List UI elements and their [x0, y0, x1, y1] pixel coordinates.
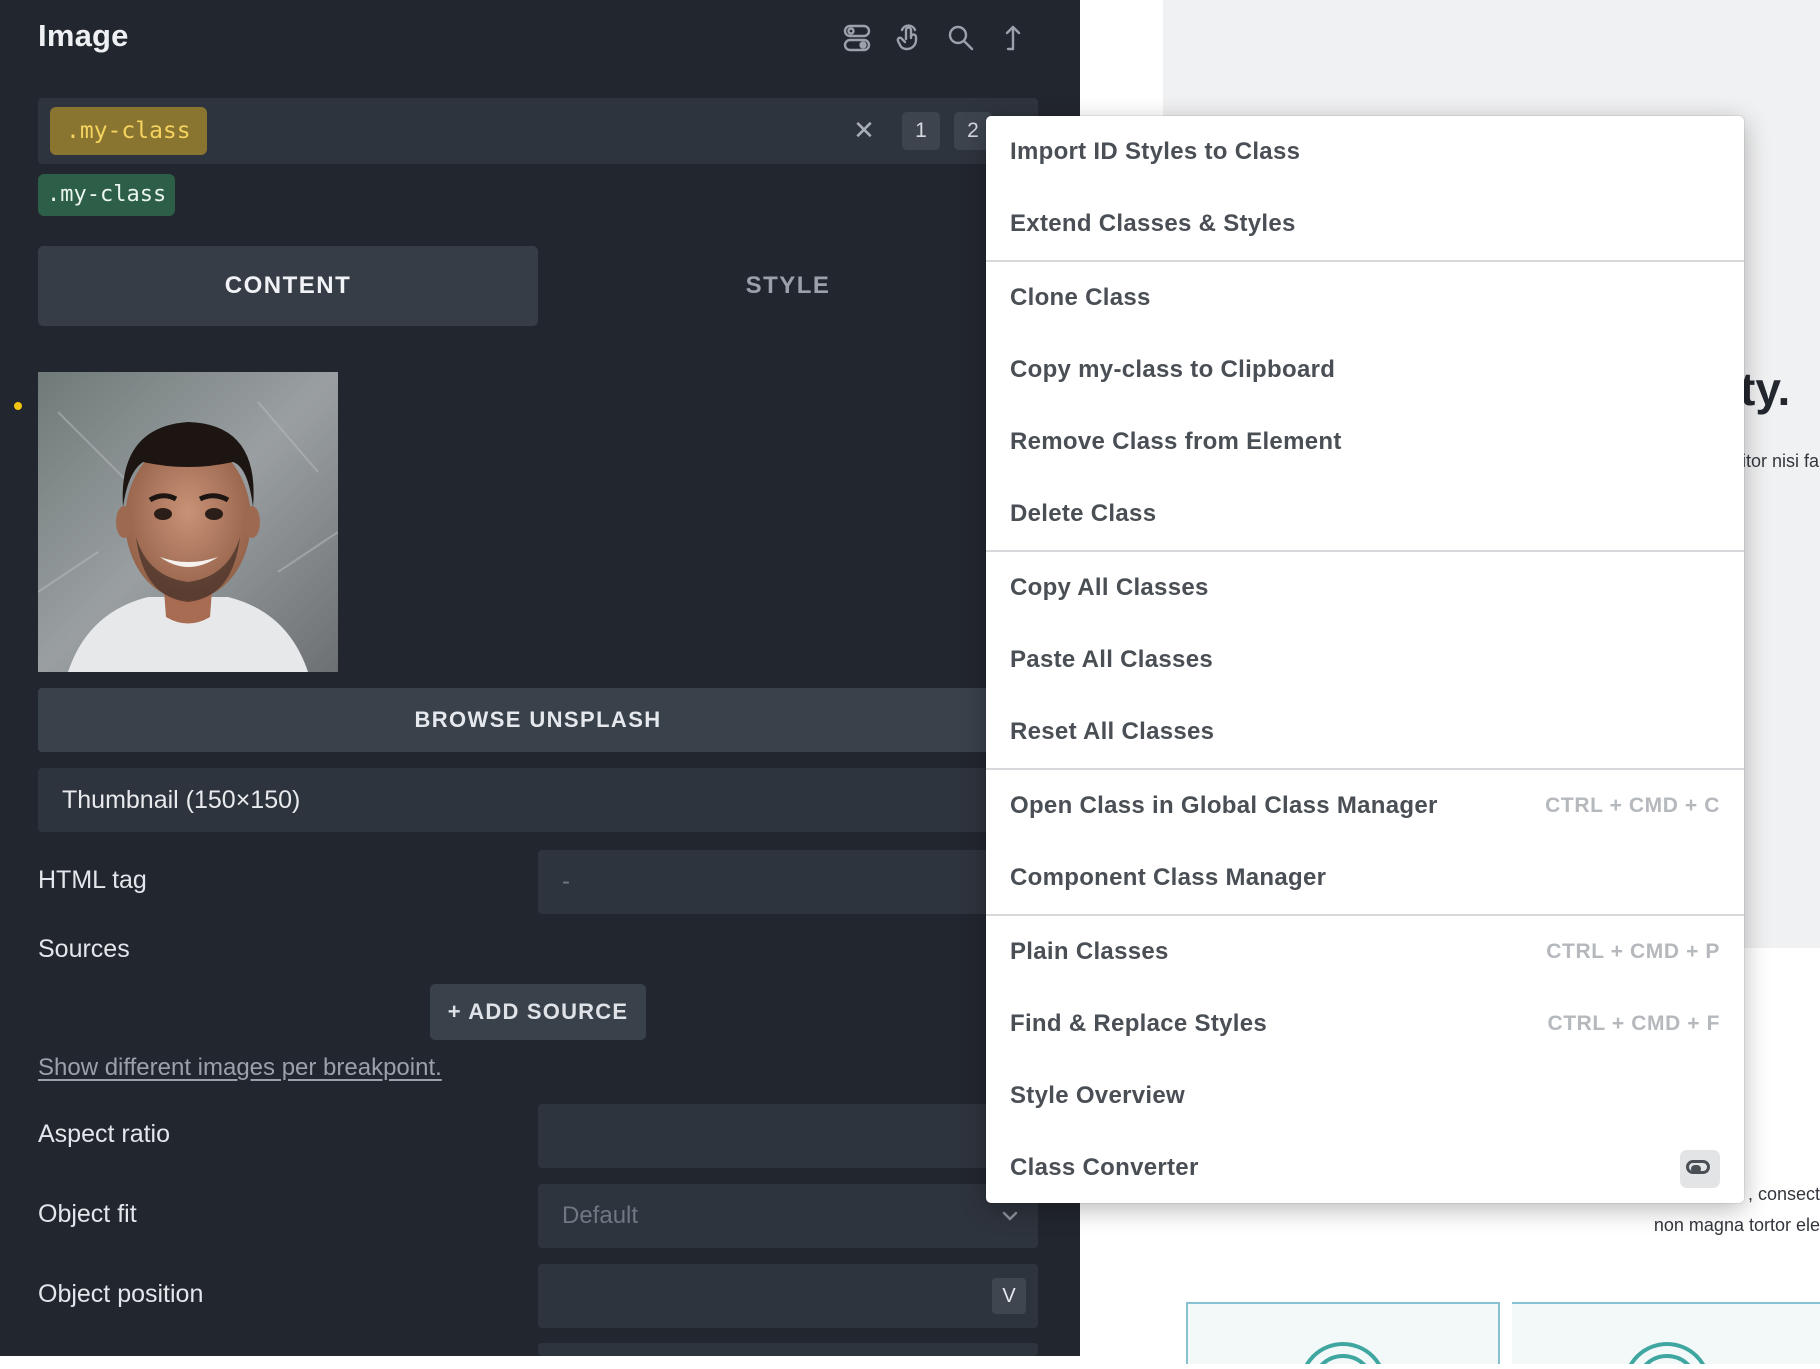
menu-item-shortcut: CTRL + CMD + P	[1546, 940, 1720, 963]
class-context-menu: Import ID Styles to Class Extend Classes …	[986, 116, 1744, 1203]
search-icon[interactable]	[939, 16, 983, 60]
preview-text: non magna tortor ele	[1653, 1215, 1820, 1235]
menu-item-shortcut: CTRL + CMD + C	[1545, 794, 1720, 817]
object-position-label: Object position	[38, 1280, 204, 1308]
pointer-icon[interactable]	[887, 16, 931, 60]
object-fit-label: Object fit	[38, 1200, 137, 1228]
html-tag-field[interactable]: -	[538, 850, 1038, 914]
menu-item-label: Plain Classes	[1010, 938, 1169, 965]
menu-item-label: Import ID Styles to Class	[1010, 138, 1301, 165]
html-tag-label: HTML tag	[38, 866, 147, 894]
preview-heading: ty.	[1740, 363, 1791, 415]
class-chip[interactable]: .my-class	[38, 174, 176, 216]
preview-card	[1512, 1302, 1820, 1369]
properties-panel: Image .my-class ✕ 1 2 .my-class CONTENT …	[0, 0, 1080, 1356]
breakpoint-images-link[interactable]: Show different images per breakpoint.	[38, 1054, 442, 1082]
browse-unsplash-button[interactable]: BROWSE UNSPLASH	[38, 688, 1038, 752]
menu-item-extend-classes-styles[interactable]: Extend Classes & Styles	[986, 188, 1744, 260]
preview-text: itor nisi fa	[1742, 451, 1820, 471]
menu-item-copy-all-classes[interactable]: Copy All Classes	[986, 552, 1744, 624]
add-source-button[interactable]: + ADD SOURCE	[430, 984, 646, 1040]
aspect-ratio-input[interactable]	[538, 1104, 1038, 1168]
menu-item-label: Reset All Classes	[1010, 718, 1215, 745]
close-icon[interactable]: ✕	[844, 110, 884, 150]
menu-item-label: Open Class in Global Class Manager	[1010, 792, 1438, 819]
menu-item-copy-my-class-to-clipboard[interactable]: Copy my-class to Clipboard	[986, 334, 1744, 406]
image-thumbnail[interactable]	[38, 372, 338, 672]
chevron-down-icon	[1002, 1211, 1018, 1221]
active-class-chip[interactable]: .my-class	[50, 107, 207, 155]
menu-item-class-converter[interactable]: Class Converter	[986, 1132, 1744, 1203]
menu-item-delete-class[interactable]: Delete Class	[986, 478, 1744, 550]
next-field[interactable]	[538, 1343, 1038, 1356]
toggle-icon[interactable]	[835, 16, 879, 60]
menu-item-open-class-in-global-class-manager[interactable]: Open Class in Global Class Manager CTRL +…	[986, 770, 1744, 842]
menu-item-remove-class-from-element[interactable]: Remove Class from Element	[986, 406, 1744, 478]
menu-item-reset-all-classes[interactable]: Reset All Classes	[986, 696, 1744, 768]
menu-item-label: Extend Classes & Styles	[1010, 210, 1296, 237]
object-position-input[interactable]: V	[538, 1264, 1038, 1328]
object-fit-select[interactable]: Default	[538, 1184, 1038, 1248]
panel-title: Image	[38, 18, 129, 53]
toggle-icon[interactable]	[1680, 1150, 1720, 1188]
menu-item-find-replace-styles[interactable]: Find & Replace Styles CTRL + CMD + F	[986, 988, 1744, 1060]
variable-badge[interactable]: V	[992, 1278, 1026, 1314]
state-badge-1[interactable]: 1	[902, 112, 940, 150]
menu-item-label: Copy my-class to Clipboard	[1010, 356, 1336, 383]
menu-item-plain-classes[interactable]: Plain Classes CTRL + CMD + P	[986, 916, 1744, 988]
menu-item-component-class-manager[interactable]: Component Class Manager	[986, 842, 1744, 914]
menu-item-label: Component Class Manager	[1010, 864, 1327, 891]
tab-content[interactable]: CONTENT	[38, 246, 538, 326]
menu-item-label: Find & Replace Styles	[1010, 1010, 1268, 1037]
image-size-select[interactable]: Thumbnail (150×150)	[38, 768, 1038, 832]
object-fit-placeholder: Default	[562, 1202, 639, 1229]
html-tag-placeholder: -	[562, 868, 570, 895]
image-size-value: Thumbnail (150×150)	[62, 786, 301, 814]
class-selector-bar[interactable]: .my-class ✕ 1 2	[38, 98, 1038, 164]
menu-item-label: Style Overview	[1010, 1082, 1185, 1109]
menu-item-label: Paste All Classes	[1010, 646, 1213, 673]
menu-item-shortcut: CTRL + CMD + F	[1547, 1012, 1720, 1035]
menu-item-label: Remove Class from Element	[1010, 428, 1342, 455]
menu-item-clone-class[interactable]: Clone Class	[986, 262, 1744, 334]
menu-item-label: Delete Class	[1010, 500, 1157, 527]
preview-card	[1186, 1302, 1500, 1369]
menu-item-paste-all-classes[interactable]: Paste All Classes	[986, 624, 1744, 696]
menu-item-label: Clone Class	[1010, 284, 1151, 311]
menu-item-label: Class Converter	[1010, 1154, 1199, 1181]
menu-item-label: Copy All Classes	[1010, 574, 1209, 601]
aspect-ratio-label: Aspect ratio	[38, 1120, 171, 1148]
menu-item-style-overview[interactable]: Style Overview	[986, 1060, 1744, 1132]
sources-label: Sources	[38, 935, 130, 963]
tab-style[interactable]: STYLE	[538, 246, 1038, 326]
share-icon[interactable]	[991, 16, 1035, 60]
menu-item-import-id-styles-to-class[interactable]: Import ID Styles to Class	[986, 116, 1744, 188]
change-indicator-dot	[14, 402, 22, 410]
